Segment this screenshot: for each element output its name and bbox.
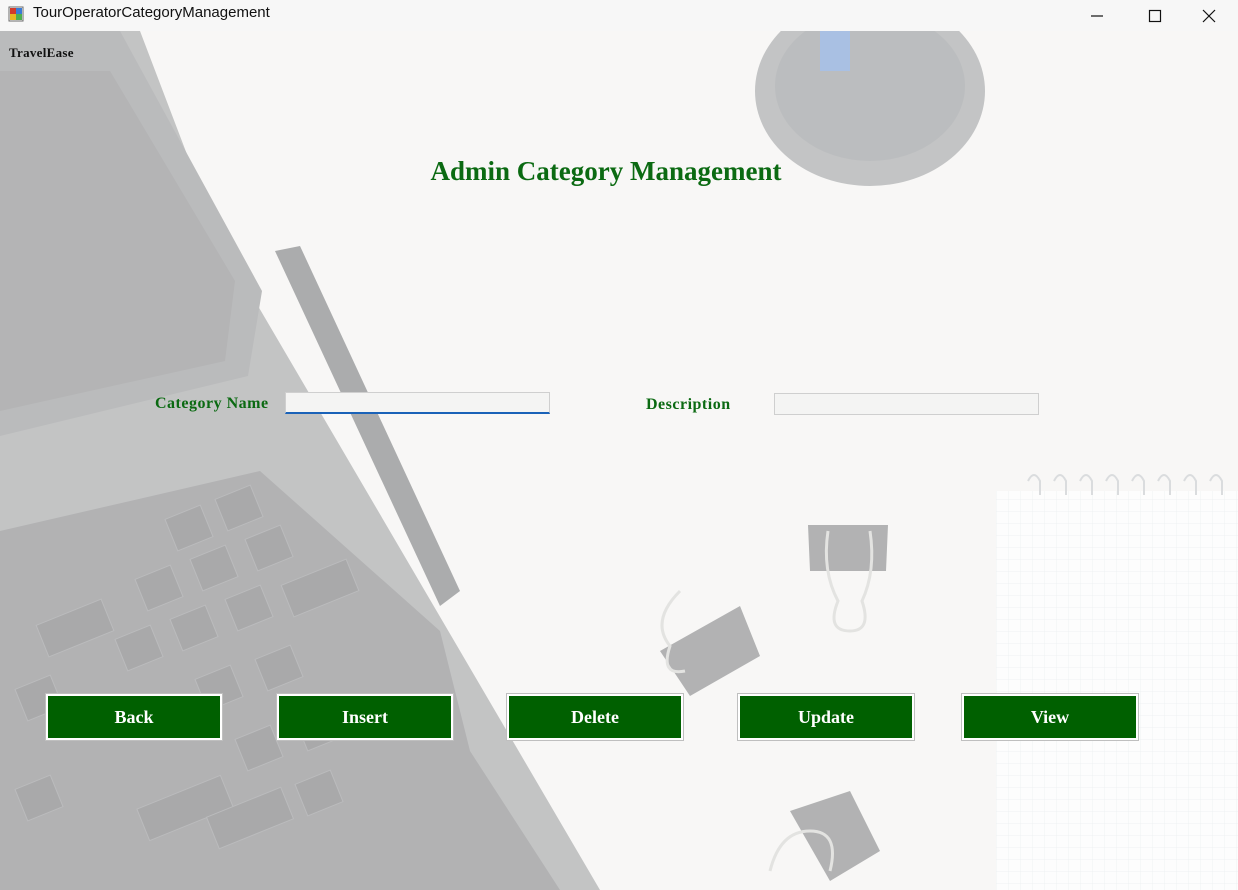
view-button[interactable]: View: [962, 694, 1138, 740]
form-client-area: TravelEase Admin Category Management Cat…: [0, 31, 1238, 890]
minimize-icon: [1091, 14, 1103, 17]
back-button[interactable]: Back: [46, 694, 222, 740]
brand-label: TravelEase: [9, 45, 74, 60]
window-title: TourOperatorCategoryManagement: [33, 4, 270, 21]
page-title: Admin Category Management: [430, 156, 782, 186]
update-button[interactable]: Update: [738, 694, 914, 740]
category-name-input[interactable]: [285, 392, 550, 414]
minimize-button[interactable]: [1068, 0, 1126, 31]
category-name-label: Category Name: [155, 395, 269, 412]
close-button[interactable]: [1180, 0, 1238, 31]
maximize-button[interactable]: [1126, 0, 1184, 31]
description-input[interactable]: [774, 393, 1039, 415]
app-icon: [8, 6, 24, 22]
close-icon: [1202, 9, 1216, 22]
delete-button[interactable]: Delete: [507, 694, 683, 740]
insert-button[interactable]: Insert: [277, 694, 453, 740]
description-label: Description: [646, 396, 731, 413]
maximize-icon: [1148, 9, 1162, 22]
title-bar: TourOperatorCategoryManagement: [0, 0, 1238, 31]
